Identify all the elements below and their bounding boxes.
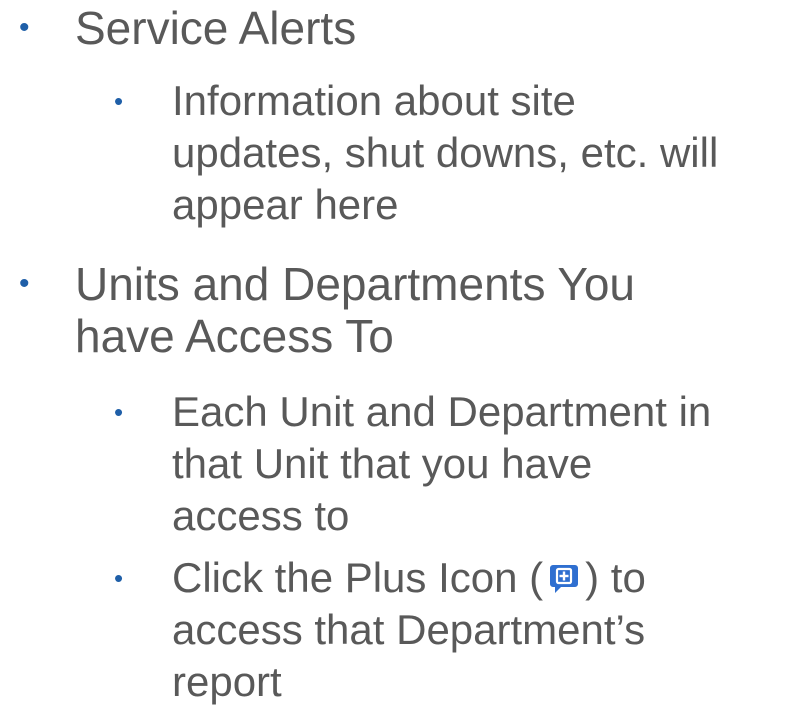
bullet-line-end: ) to [585, 554, 646, 601]
bullet-line: access that Department’s [172, 606, 646, 653]
bullet-units-departments: • Units and Departments You have Access … [0, 258, 775, 362]
bullet-marker: • [19, 267, 30, 300]
bullet-marker: • [114, 397, 124, 427]
bullet-text: Information about site updates, shut dow… [172, 75, 800, 231]
bullet-line: appear here [172, 181, 399, 228]
bullet-line: Click the Plus Icon ( ) to [172, 552, 800, 604]
sub-bullet-site-updates: • Information about site updates, shut d… [0, 75, 800, 231]
bullet-text: Units and Departments You have Access To [75, 258, 775, 362]
bullet-line: Information about site [172, 77, 576, 124]
slide: • Service Alerts • Information about sit… [0, 0, 800, 706]
bullet-text: Service Alerts [75, 2, 775, 54]
bullet-marker: • [114, 563, 124, 593]
bullet-line: updates, shut downs, etc. will [172, 129, 719, 176]
bullet-text: Click the Plus Icon ( ) to access that D… [172, 552, 800, 708]
bullet-line: report [172, 658, 282, 705]
bullet-marker: • [19, 11, 30, 44]
bullet-line: Service Alerts [75, 2, 357, 54]
bullet-line-start: Click the Plus Icon ( [172, 554, 544, 601]
bullet-service-alerts: • Service Alerts [0, 2, 775, 54]
sub-bullet-plus-icon: • Click the Plus Icon ( ) to access that… [0, 552, 800, 708]
bullet-line: Units and Departments You [75, 258, 636, 310]
bullet-line: Each Unit and Department in [172, 388, 712, 435]
bullet-line: that Unit that you have [172, 440, 593, 487]
sub-bullet-each-unit: • Each Unit and Department in that Unit … [0, 386, 800, 542]
bullet-line: access to [172, 492, 350, 539]
bullet-text: Each Unit and Department in that Unit th… [172, 386, 800, 542]
bullet-marker: • [114, 86, 124, 116]
bullet-line: have Access To [75, 310, 394, 362]
plus-comment-icon [550, 565, 579, 593]
